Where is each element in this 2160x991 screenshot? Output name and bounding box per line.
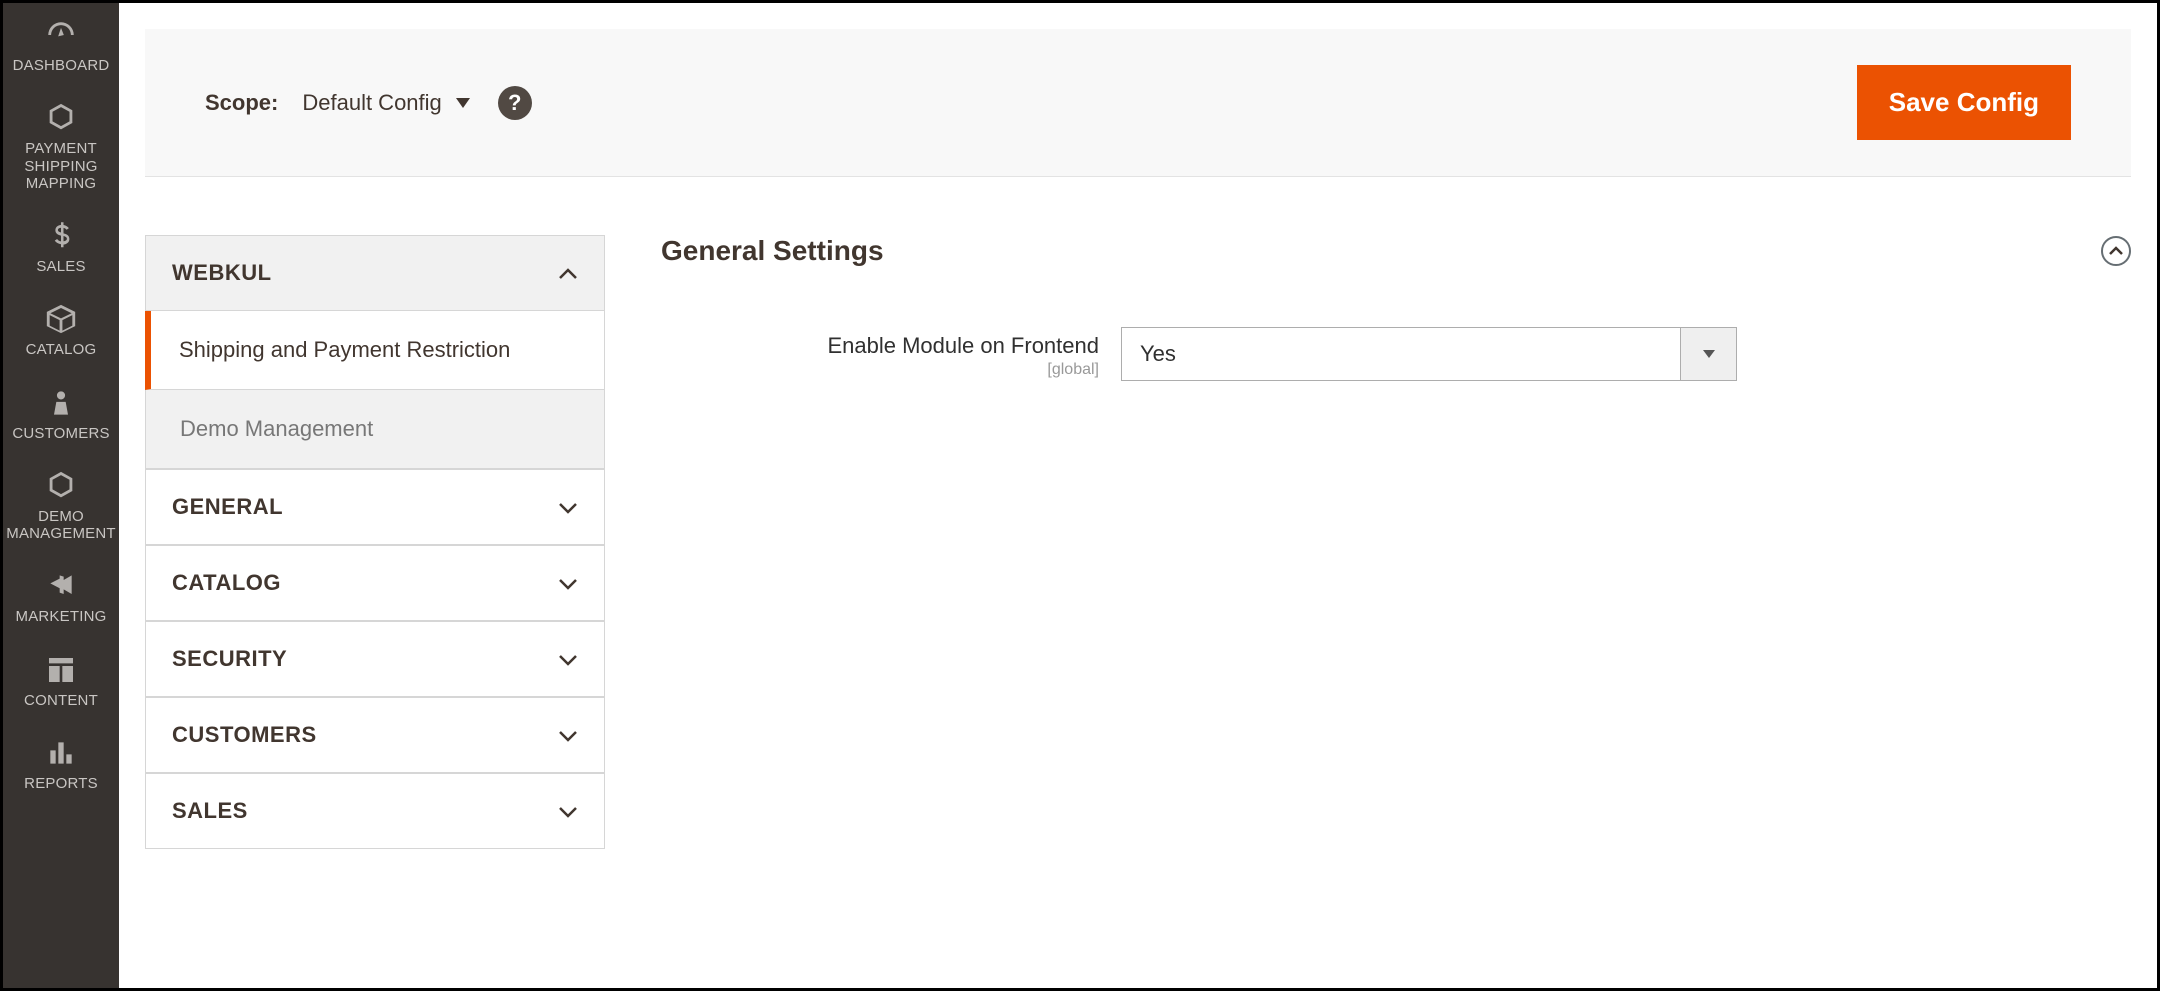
chevron-up-icon [558,260,578,286]
layout-icon [41,652,81,688]
nav-label: PAYMENT SHIPPING MAPPING [7,140,115,192]
nav-customers[interactable]: CUSTOMERS [3,371,119,454]
config-section-security[interactable]: SECURITY [145,621,605,697]
hexagon-icon [41,468,81,504]
nav-label: REPORTS [24,775,98,792]
chevron-down-icon [558,570,578,596]
config-item-shipping-payment-restriction[interactable]: Shipping and Payment Restriction [145,311,605,390]
nav-label: CATALOG [26,341,97,358]
person-icon [41,385,81,421]
admin-sidebar: DASHBOARD PAYMENT SHIPPING MAPPING SALES… [3,3,119,988]
select-value: Yes [1140,341,1176,367]
field-control: Yes [1121,327,1737,381]
scope-value: Default Config [302,90,441,116]
box-icon [41,301,81,337]
bar-chart-icon [41,735,81,771]
scope-label: Scope: [205,90,278,116]
dashboard-icon [41,17,81,53]
hexagon-icon [41,100,81,136]
nav-label: SALES [36,258,85,275]
nav-label: DASHBOARD [13,57,110,74]
nav-catalog[interactable]: CATALOG [3,287,119,370]
collapse-toggle-icon[interactable] [2101,236,2131,266]
dollar-icon [41,218,81,254]
nav-marketing[interactable]: MARKETING [3,554,119,637]
config-section-title: WEBKUL [172,260,272,286]
chevron-down-icon [1703,350,1715,358]
config-section-webkul[interactable]: WEBKUL [145,235,605,311]
nav-dashboard[interactable]: DASHBOARD [3,3,119,86]
nav-label: CONTENT [24,692,98,709]
nav-reports[interactable]: REPORTS [3,721,119,804]
config-item-demo-management[interactable]: Demo Management [145,390,605,469]
megaphone-icon [41,568,81,604]
config-section-customers[interactable]: CUSTOMERS [145,697,605,773]
config-section-title: CATALOG [172,570,281,596]
nav-demo-management[interactable]: DEMO MANAGEMENT [3,454,119,555]
enable-module-select[interactable]: Yes [1121,327,1681,381]
chevron-down-icon [456,98,470,108]
chevron-down-icon [558,494,578,520]
nav-content[interactable]: CONTENT [3,638,119,721]
chevron-down-icon [558,722,578,748]
config-section-general[interactable]: GENERAL [145,469,605,545]
config-section-sales[interactable]: SALES [145,773,605,849]
chevron-down-icon [558,646,578,672]
field-label: Enable Module on Frontend [661,333,1099,359]
nav-payment-shipping-mapping[interactable]: PAYMENT SHIPPING MAPPING [3,86,119,204]
save-config-button[interactable]: Save Config [1857,65,2071,140]
select-arrow-button[interactable] [1681,327,1737,381]
chevron-down-icon [558,798,578,824]
help-icon[interactable]: ? [498,86,532,120]
config-section-title: GENERAL [172,494,283,520]
nav-label: MARKETING [16,608,107,625]
nav-sales[interactable]: SALES [3,204,119,287]
main-panel: Scope: Default Config ? Save Config WEBK… [119,3,2157,988]
config-item-label: Shipping and Payment Restriction [179,337,510,362]
field-scope: [global] [661,361,1099,379]
settings-section-header[interactable]: General Settings [661,235,2131,267]
config-item-label: Demo Management [180,416,373,441]
scope-dropdown[interactable]: Default Config [302,90,469,116]
field-enable-module: Enable Module on Frontend [global] Yes [661,327,2131,381]
scope-bar: Scope: Default Config ? Save Config [145,29,2131,177]
config-section-catalog[interactable]: CATALOG [145,545,605,621]
config-tabs: WEBKUL Shipping and Payment Restriction … [145,235,605,988]
config-section-title: CUSTOMERS [172,722,317,748]
field-label-wrap: Enable Module on Frontend [global] [661,327,1121,379]
config-section-title: SECURITY [172,646,287,672]
content-row: WEBKUL Shipping and Payment Restriction … [119,177,2157,988]
settings-panel: General Settings Enable Module on Fronte… [605,235,2131,988]
nav-label: DEMO MANAGEMENT [6,508,116,543]
nav-label: CUSTOMERS [12,425,109,442]
settings-header-title: General Settings [661,235,884,267]
config-section-title: SALES [172,798,248,824]
